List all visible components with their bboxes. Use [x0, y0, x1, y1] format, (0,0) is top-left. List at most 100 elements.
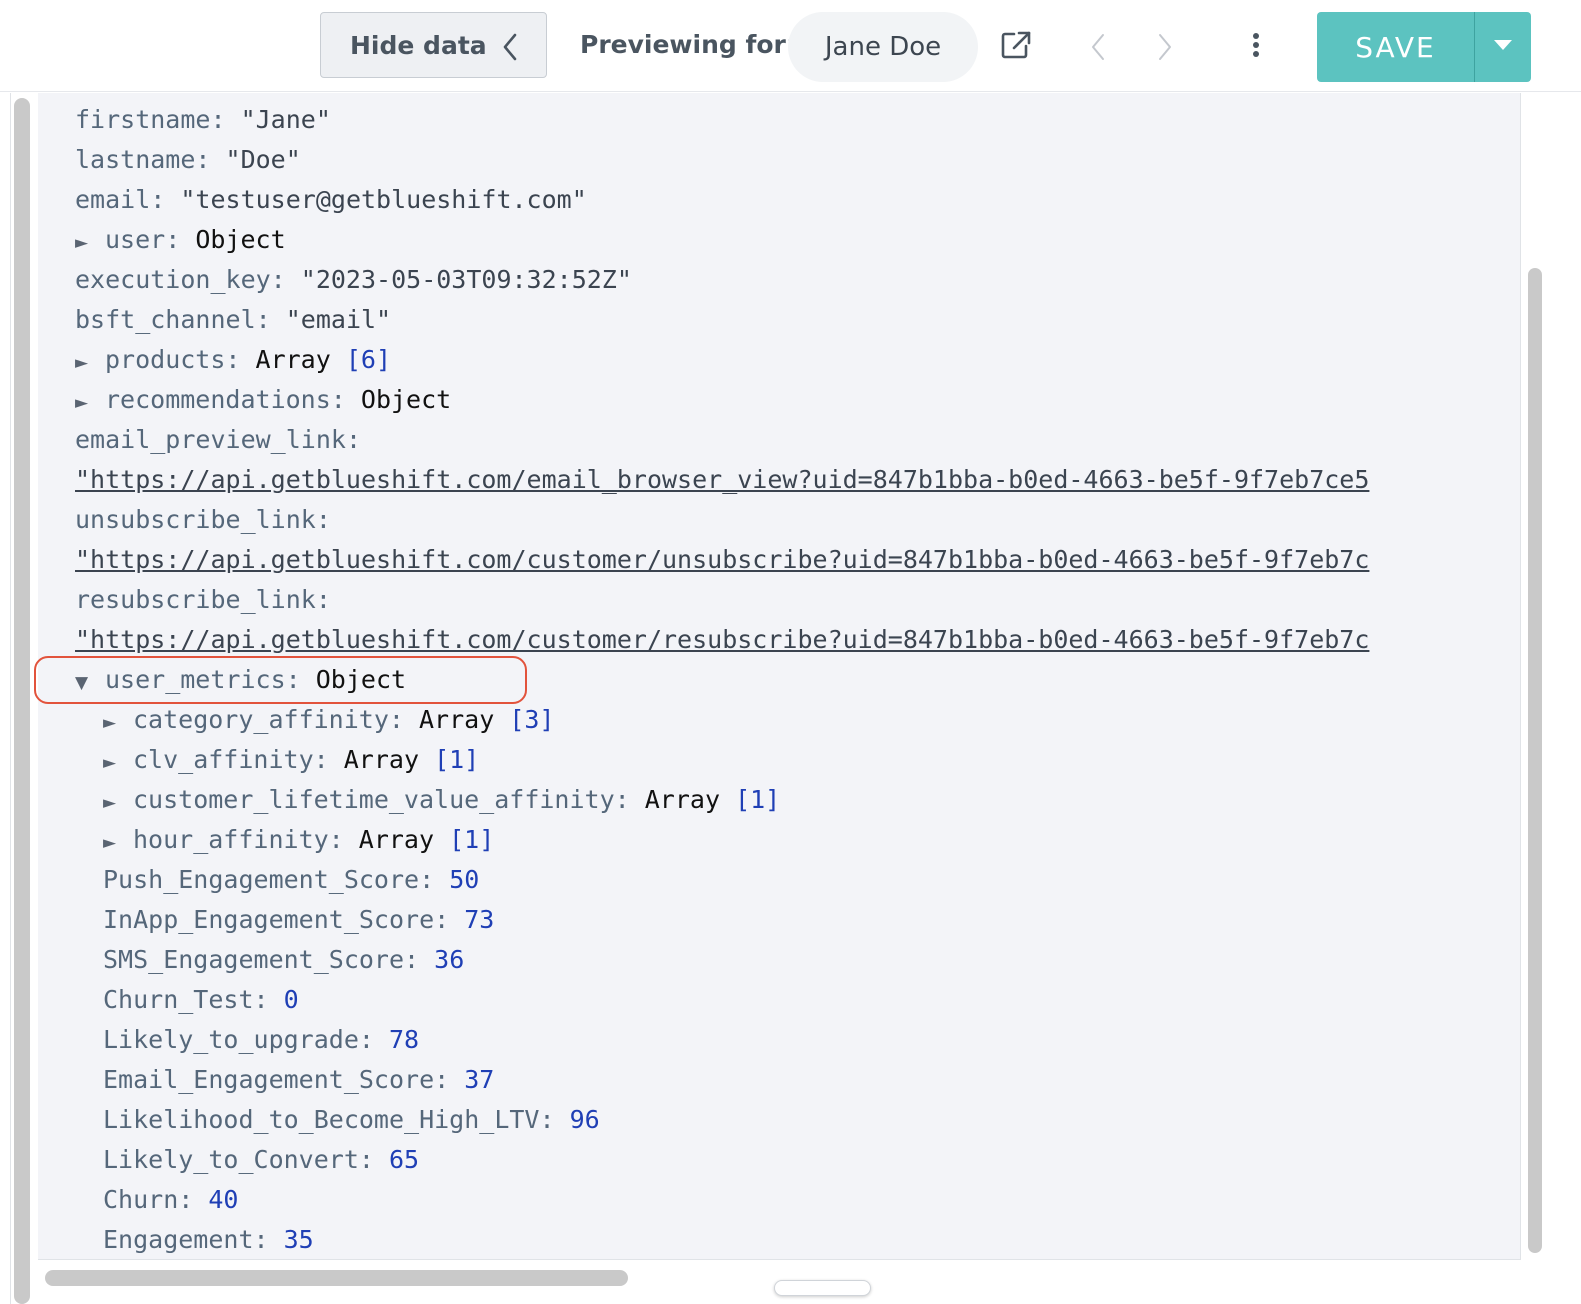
- tree-key: products: [105, 345, 226, 374]
- tree-key: Likelihood_to_Become_High_LTV: [103, 1105, 540, 1134]
- save-button[interactable]: SAVE: [1317, 12, 1474, 82]
- tree-key: customer_lifetime_value_affinity: [133, 785, 615, 814]
- tree-link-row[interactable]: "https://api.getblueshift.com/customer/u…: [75, 540, 1369, 580]
- tree-key: category_affinity: [133, 705, 389, 734]
- tree-separator: :: [358, 1025, 389, 1054]
- tree-value: 78: [388, 1025, 420, 1054]
- tree-key: email: [75, 185, 151, 214]
- tree-separator: :: [255, 305, 286, 334]
- tree-key: Push_Engagement_Score: [103, 865, 420, 894]
- tree-value: 0: [283, 985, 299, 1014]
- tree-key: user_metrics: [105, 665, 286, 694]
- expand-triangle-icon[interactable]: ►: [75, 343, 105, 383]
- tree-value: 36: [434, 945, 465, 974]
- tree-row[interactable]: ► category_affinity: Array [3]: [103, 700, 554, 740]
- tree-row: email_preview_link:: [75, 420, 361, 460]
- tree-value: 50: [449, 865, 480, 894]
- tree-separator: :: [270, 265, 301, 294]
- tree-link-row[interactable]: "https://api.getblueshift.com/email_brow…: [75, 460, 1369, 500]
- tree-value: "2023-05-03T09:32:52Z": [300, 265, 632, 294]
- tree-key: resubscribe_link: [75, 585, 316, 614]
- tree-value: Object: [315, 665, 407, 694]
- tree-row: unsubscribe_link:: [75, 500, 331, 540]
- hide-data-label: Hide data: [350, 30, 487, 60]
- expand-triangle-icon[interactable]: ►: [75, 383, 105, 423]
- expand-triangle-icon[interactable]: ►: [75, 223, 105, 263]
- tree-separator: :: [285, 665, 316, 694]
- tree-key: firstname: [75, 105, 211, 134]
- tree-row: Churn_Test: 0: [103, 980, 299, 1020]
- save-menu-button[interactable]: [1474, 12, 1531, 82]
- tree-row[interactable]: ► hour_affinity: Array [1]: [103, 820, 494, 860]
- tree-key: Engagement: [103, 1225, 254, 1254]
- chevron-left-icon[interactable]: [1090, 33, 1106, 66]
- tree-separator: :: [313, 745, 344, 774]
- tree-separator: :: [404, 945, 435, 974]
- tree-separator: :: [345, 425, 361, 454]
- expand-triangle-icon[interactable]: ►: [103, 703, 133, 743]
- tree-key: hour_affinity: [133, 825, 329, 854]
- tree-key: InApp_Engagement_Score: [103, 905, 435, 934]
- previewing-for-label: Previewing for:: [580, 30, 796, 59]
- tree-separator: :: [330, 385, 361, 414]
- tree-separator: :: [195, 145, 226, 174]
- panel-resize-handle[interactable]: [774, 1280, 871, 1296]
- tree-key: recommendations: [105, 385, 331, 414]
- more-vertical-icon[interactable]: [1252, 32, 1260, 63]
- tree-link-value[interactable]: "https://api.getblueshift.com/email_brow…: [75, 465, 1369, 494]
- expand-triangle-icon[interactable]: ►: [103, 743, 133, 783]
- tree-row: execution_key: "2023-05-03T09:32:52Z": [75, 260, 632, 300]
- tree-value: "testuser@getblueshift.com": [180, 185, 587, 214]
- tree-row: InApp_Engagement_Score: 73: [103, 900, 494, 940]
- tree-row: Push_Engagement_Score: 50: [103, 860, 479, 900]
- expand-triangle-icon[interactable]: ►: [103, 823, 133, 863]
- hide-data-button[interactable]: Hide data: [320, 12, 547, 78]
- tree-array-count: [6]: [345, 345, 392, 374]
- expand-triangle-icon[interactable]: ►: [103, 783, 133, 823]
- tree-key: user: [105, 225, 166, 254]
- tree-key: lastname: [75, 145, 196, 174]
- tree-link-value[interactable]: "https://api.getblueshift.com/customer/r…: [75, 625, 1369, 654]
- tree-array-count: [1]: [434, 745, 480, 774]
- tree-key: bsft_channel: [75, 305, 256, 334]
- tree-row: firstname: "Jane": [75, 100, 331, 140]
- tree-value: Array: [255, 345, 331, 374]
- tree-separator: :: [419, 865, 450, 894]
- tree-row: Likely_to_Convert: 65: [103, 1140, 419, 1180]
- tree-separator: :: [315, 505, 331, 534]
- tree-value: 73: [464, 905, 495, 934]
- tree-link-row[interactable]: "https://api.getblueshift.com/customer/r…: [75, 620, 1369, 660]
- tree-row[interactable]: ► products: Array [6]: [75, 340, 391, 380]
- tree-value: 35: [283, 1225, 314, 1254]
- external-link-icon[interactable]: [1000, 30, 1032, 65]
- tree-row[interactable]: ► recommendations: Object: [75, 380, 451, 420]
- chevron-right-icon[interactable]: [1157, 33, 1173, 66]
- horizontal-scrollbar-thumb[interactable]: [45, 1270, 628, 1286]
- tree-value: "Jane": [240, 105, 331, 134]
- tree-value: 37: [464, 1065, 495, 1094]
- preview-user-selector[interactable]: Jane Doe: [788, 12, 978, 82]
- tree-link-value[interactable]: "https://api.getblueshift.com/customer/u…: [75, 545, 1369, 574]
- vertical-scrollbar-thumb[interactable]: [1528, 268, 1542, 1253]
- tree-separator: :: [328, 825, 359, 854]
- tree-row: lastname: "Doe": [75, 140, 301, 180]
- collapse-triangle-icon[interactable]: ▼: [75, 663, 105, 703]
- tree-row[interactable]: ▼ user_metrics: Object: [75, 660, 406, 700]
- tree-separator: :: [434, 1065, 465, 1094]
- tree-value: 65: [388, 1145, 420, 1174]
- tree-separator: :: [388, 705, 419, 734]
- panel-left-rail: [14, 98, 30, 1304]
- tree-key: Churn_Test: [103, 985, 254, 1014]
- tree-separator: :: [225, 345, 256, 374]
- tree-row[interactable]: ► user: Object: [75, 220, 286, 260]
- tree-key: SMS_Engagement_Score: [103, 945, 405, 974]
- tree-separator: :: [253, 985, 284, 1014]
- tree-key: execution_key: [75, 265, 271, 294]
- tree-row[interactable]: ► customer_lifetime_value_affinity: Array…: [103, 780, 780, 820]
- tree-separator: :: [165, 225, 196, 254]
- tree-array-count: [3]: [509, 705, 555, 734]
- tree-array-count: [1]: [735, 785, 781, 814]
- tree-row[interactable]: ► clv_affinity: Array [1]: [103, 740, 479, 780]
- tree-row: bsft_channel: "email": [75, 300, 391, 340]
- tree-key: unsubscribe_link: [75, 505, 316, 534]
